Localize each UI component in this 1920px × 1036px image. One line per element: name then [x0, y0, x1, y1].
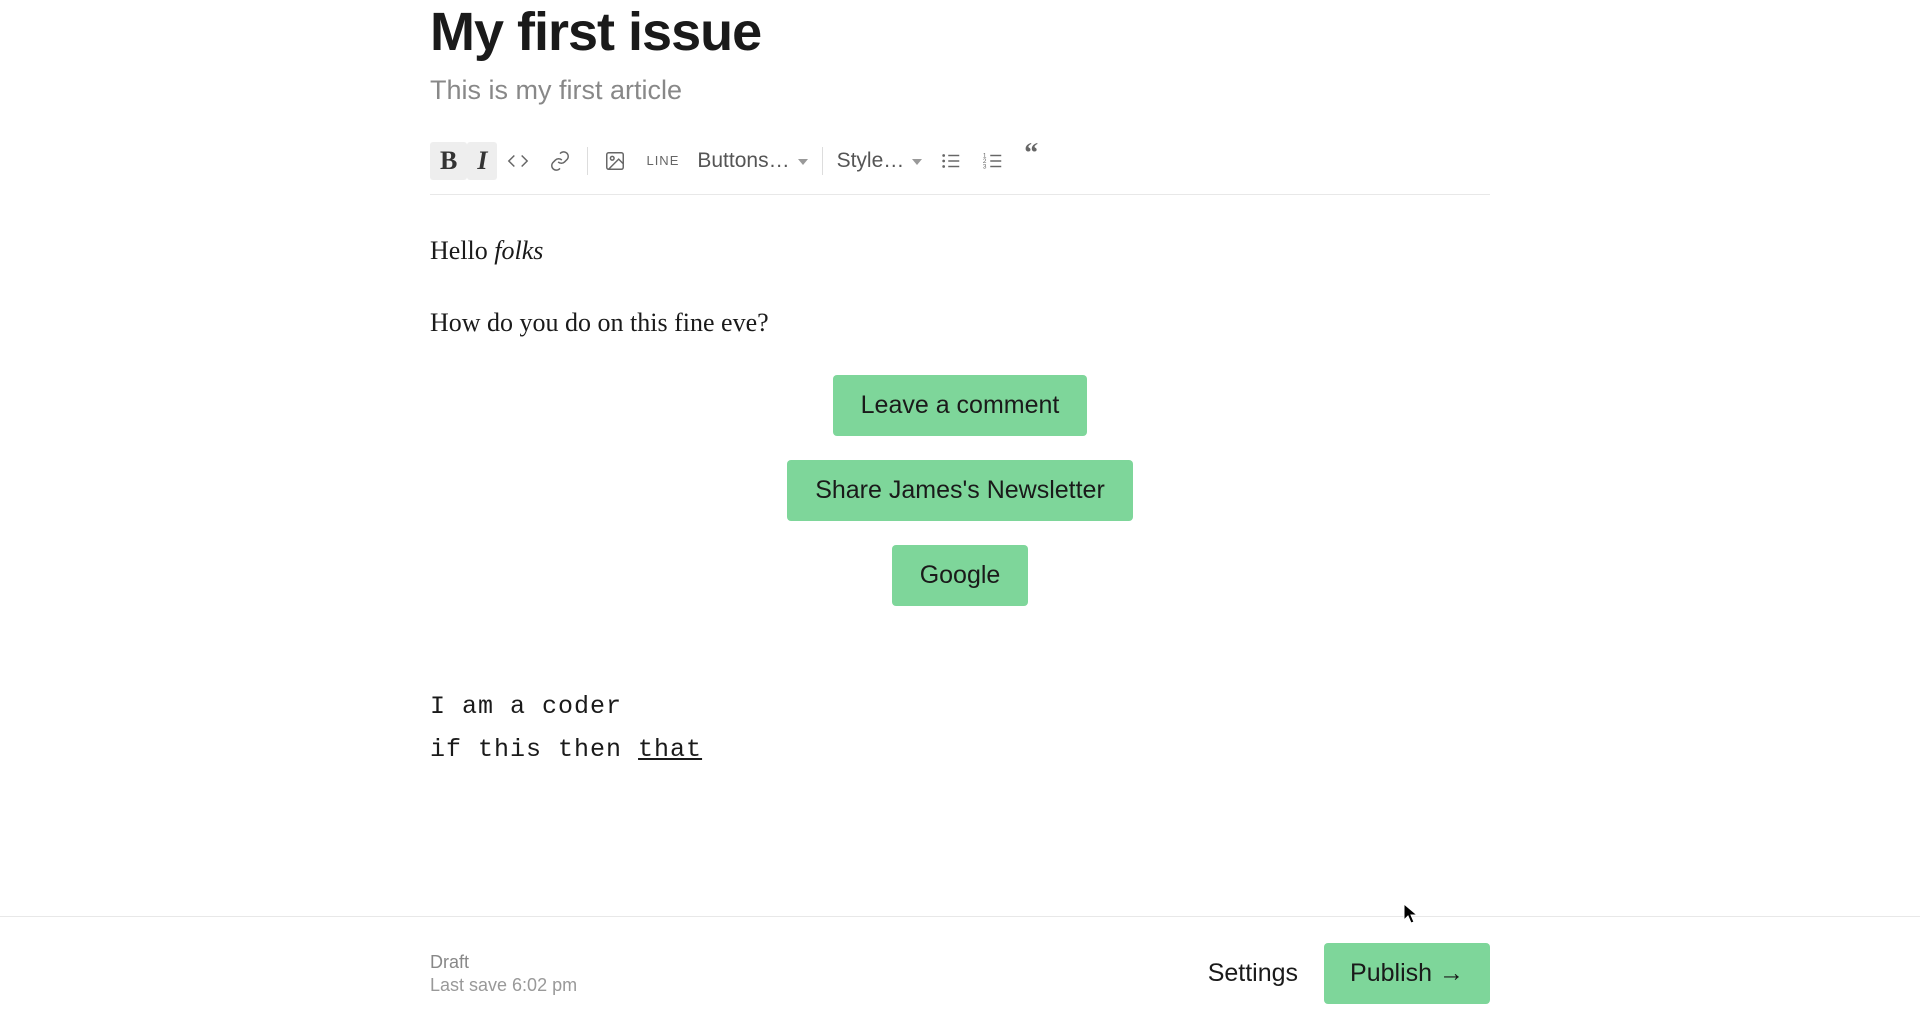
post-title[interactable]: My first issue	[430, 0, 1490, 65]
style-dropdown-label: Style…	[837, 149, 905, 173]
bold-button[interactable]: B	[430, 142, 467, 180]
style-dropdown[interactable]: Style…	[829, 142, 931, 180]
ordered-list-button[interactable]: 123	[972, 142, 1014, 180]
code-line: if this then that	[430, 729, 1490, 772]
google-button[interactable]: Google	[892, 545, 1029, 606]
chevron-down-icon	[798, 159, 808, 165]
publish-button[interactable]: Publish →	[1324, 943, 1490, 1004]
italic-button[interactable]: I	[467, 142, 497, 180]
draft-label: Draft	[430, 952, 577, 973]
code-block[interactable]: I am a coder if this then that	[430, 686, 1490, 771]
leave-comment-button[interactable]: Leave a comment	[833, 375, 1088, 436]
code-line: I am a coder	[430, 686, 1490, 729]
paragraph[interactable]: Hello folks	[430, 231, 1490, 271]
blockquote-button[interactable]: “	[1014, 142, 1042, 180]
settings-button[interactable]: Settings	[1208, 959, 1298, 988]
link-button[interactable]	[539, 142, 581, 180]
code-text: if this then	[430, 735, 638, 764]
post-subtitle[interactable]: This is my first article	[430, 75, 1490, 106]
line-button[interactable]: LINE	[636, 142, 689, 180]
image-button[interactable]	[594, 142, 636, 180]
toolbar-divider	[822, 147, 823, 175]
buttons-dropdown-label: Buttons…	[697, 149, 789, 173]
share-newsletter-button[interactable]: Share James's Newsletter	[787, 460, 1133, 521]
buttons-dropdown[interactable]: Buttons…	[689, 142, 815, 180]
text: Hello	[430, 236, 494, 265]
editor-toolbar: B I LINE Buttons… Style… 123 “	[430, 142, 1490, 195]
italic-text: folks	[494, 236, 543, 265]
paragraph[interactable]: How do you do on this fine eve?	[430, 303, 1490, 343]
editor-content[interactable]: Hello folks How do you do on this fine e…	[430, 231, 1490, 772]
toolbar-divider	[587, 147, 588, 175]
chevron-down-icon	[912, 159, 922, 165]
code-button[interactable]	[497, 142, 539, 180]
svg-text:3: 3	[983, 163, 987, 170]
footer-status: Draft Last save 6:02 pm	[430, 952, 577, 996]
code-link[interactable]: that	[638, 735, 702, 764]
content-buttons: Leave a comment Share James's Newsletter…	[430, 375, 1490, 606]
editor-footer: Draft Last save 6:02 pm Settings Publish…	[0, 916, 1920, 1036]
bullet-list-button[interactable]	[930, 142, 972, 180]
last-save-label: Last save 6:02 pm	[430, 975, 577, 996]
